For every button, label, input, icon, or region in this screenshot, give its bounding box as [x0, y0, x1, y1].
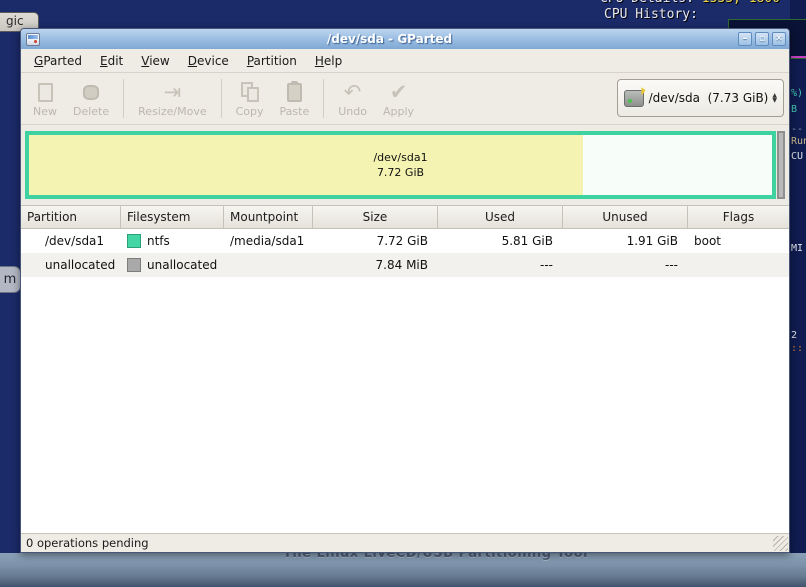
paste-button[interactable]: Paste [272, 75, 318, 122]
undo-label: Undo [338, 105, 367, 118]
table-row-sda1[interactable]: /dev/sda1 ntfs /media/sda1 7.72 GiB 5.81… [21, 229, 789, 253]
new-button[interactable]: New [25, 75, 65, 122]
cell-flags [688, 253, 789, 277]
conky-fragment: :: [791, 343, 806, 354]
new-label: New [33, 105, 57, 118]
menu-edit[interactable]: Edit [91, 51, 132, 71]
hard-drive-icon [624, 90, 644, 107]
header-partition[interactable]: Partition [21, 206, 121, 228]
cell-partition: /dev/sda1 [21, 229, 121, 253]
cell-size: 7.84 MiB [313, 253, 438, 277]
filesystem-name: unallocated [147, 258, 217, 272]
copy-label: Copy [236, 105, 264, 118]
conky-fragment: 2 [791, 330, 806, 341]
window-title: /dev/sda - GParted [44, 32, 735, 46]
resize-move-label: Resize/Move [138, 105, 206, 118]
cpu-details-label: CPU Details: [600, 0, 694, 6]
conky-fragment: MI [791, 243, 806, 254]
menu-bar: GParted Edit View Device Partition Help [21, 49, 789, 73]
status-bar: 0 operations pending [21, 533, 789, 552]
background-side-chip[interactable]: m [0, 266, 21, 293]
menu-partition[interactable]: Partition [238, 51, 306, 71]
resize-grip[interactable] [773, 536, 788, 551]
partition-visual-label: /dev/sda1 7.72 GiB [29, 135, 772, 195]
apply-button[interactable]: ✔ Apply [375, 75, 422, 122]
partition-visual-sda1[interactable]: /dev/sda1 7.72 GiB [25, 131, 776, 199]
copy-icon [241, 79, 259, 105]
cpu-history-label: CPU History: [604, 7, 698, 22]
partition-table: Partition Filesystem Mountpoint Size Use… [21, 205, 789, 277]
conky-fragment: CU [791, 151, 806, 162]
cell-unused: 1.91 GiB [563, 229, 688, 253]
conky-fragment: Run [791, 136, 806, 147]
delete-button[interactable]: Delete [65, 75, 117, 122]
menu-view[interactable]: View [132, 51, 178, 71]
combo-spinner-icon: ▲ ▼ [768, 93, 777, 103]
partition-visual-area: /dev/sda1 7.72 GiB [21, 125, 789, 205]
toolbar-separator [323, 79, 324, 118]
cell-flags: boot [688, 229, 789, 253]
table-row-unallocated[interactable]: unallocated unallocated 7.84 MiB --- --- [21, 253, 789, 277]
undo-icon: ↶ [344, 79, 362, 105]
close-button[interactable]: ✕ [772, 32, 786, 46]
partition-visual-size: 7.72 GiB [377, 165, 424, 180]
cell-mountpoint: /media/sda1 [224, 229, 313, 253]
header-used[interactable]: Used [438, 206, 563, 228]
cpu-details-line: CPU Details: 1333, 1800 [600, 0, 780, 6]
new-icon [38, 79, 53, 105]
filesystem-name: ntfs [147, 234, 170, 248]
undo-button[interactable]: ↶ Undo [330, 75, 375, 122]
header-size[interactable]: Size [313, 206, 438, 228]
conky-fragment: -- [791, 124, 806, 135]
conky-fragment: %) [791, 88, 806, 99]
menu-device[interactable]: Device [179, 51, 238, 71]
conky-accent-line [791, 56, 806, 58]
paste-icon [287, 79, 302, 105]
gparted-window: /dev/sda - GParted – ▫ ✕ GParted Edit Vi… [20, 28, 790, 553]
cell-size: 7.72 GiB [313, 229, 438, 253]
apply-label: Apply [383, 105, 414, 118]
header-filesystem[interactable]: Filesystem [121, 206, 224, 228]
minimize-button[interactable]: – [738, 32, 752, 46]
cell-unused: --- [563, 253, 688, 277]
header-unused[interactable]: Unused [563, 206, 688, 228]
desktop-left-gradient [0, 0, 22, 587]
cell-used: --- [438, 253, 563, 277]
table-empty-area [21, 277, 789, 533]
cell-partition: unallocated [21, 253, 121, 277]
delete-icon [83, 79, 99, 105]
filesystem-color-swatch [127, 258, 141, 272]
delete-label: Delete [73, 105, 109, 118]
partition-table-header: Partition Filesystem Mountpoint Size Use… [21, 205, 789, 229]
cell-used: 5.81 GiB [438, 229, 563, 253]
desktop-right-strip [790, 0, 806, 553]
partition-visual-name: /dev/sda1 [373, 150, 427, 165]
header-mountpoint[interactable]: Mountpoint [224, 206, 313, 228]
resize-move-icon: ⇥ [164, 79, 182, 105]
menu-help[interactable]: Help [306, 51, 351, 71]
menu-gparted[interactable]: GParted [25, 51, 91, 71]
header-flags[interactable]: Flags [688, 206, 789, 228]
toolbar-separator [221, 79, 222, 118]
conky-fragment: B [791, 104, 806, 115]
device-selector-value: /dev/sda (7.73 GiB) [649, 91, 769, 105]
operations-pending-text: 0 operations pending [26, 536, 149, 550]
cell-filesystem: ntfs [121, 229, 224, 253]
paste-label: Paste [280, 105, 310, 118]
cpu-details-values: 1333, 1800 [702, 0, 780, 6]
cell-filesystem: unallocated [121, 253, 224, 277]
apply-icon: ✔ [390, 79, 408, 105]
toolbar-separator [123, 79, 124, 118]
toolbar: New Delete ⇥ Resize/Move Copy Paste ↶ Un… [21, 73, 789, 125]
window-titlebar[interactable]: /dev/sda - GParted – ▫ ✕ [21, 29, 789, 49]
device-selector[interactable]: /dev/sda (7.73 GiB) ▲ ▼ [617, 79, 784, 117]
gparted-app-icon [26, 33, 40, 46]
partition-visual-unallocated[interactable] [777, 131, 785, 199]
copy-button[interactable]: Copy [228, 75, 272, 122]
cell-mountpoint [224, 253, 313, 277]
resize-move-button[interactable]: ⇥ Resize/Move [130, 75, 214, 122]
filesystem-color-swatch [127, 234, 141, 248]
maximize-button[interactable]: ▫ [755, 32, 769, 46]
